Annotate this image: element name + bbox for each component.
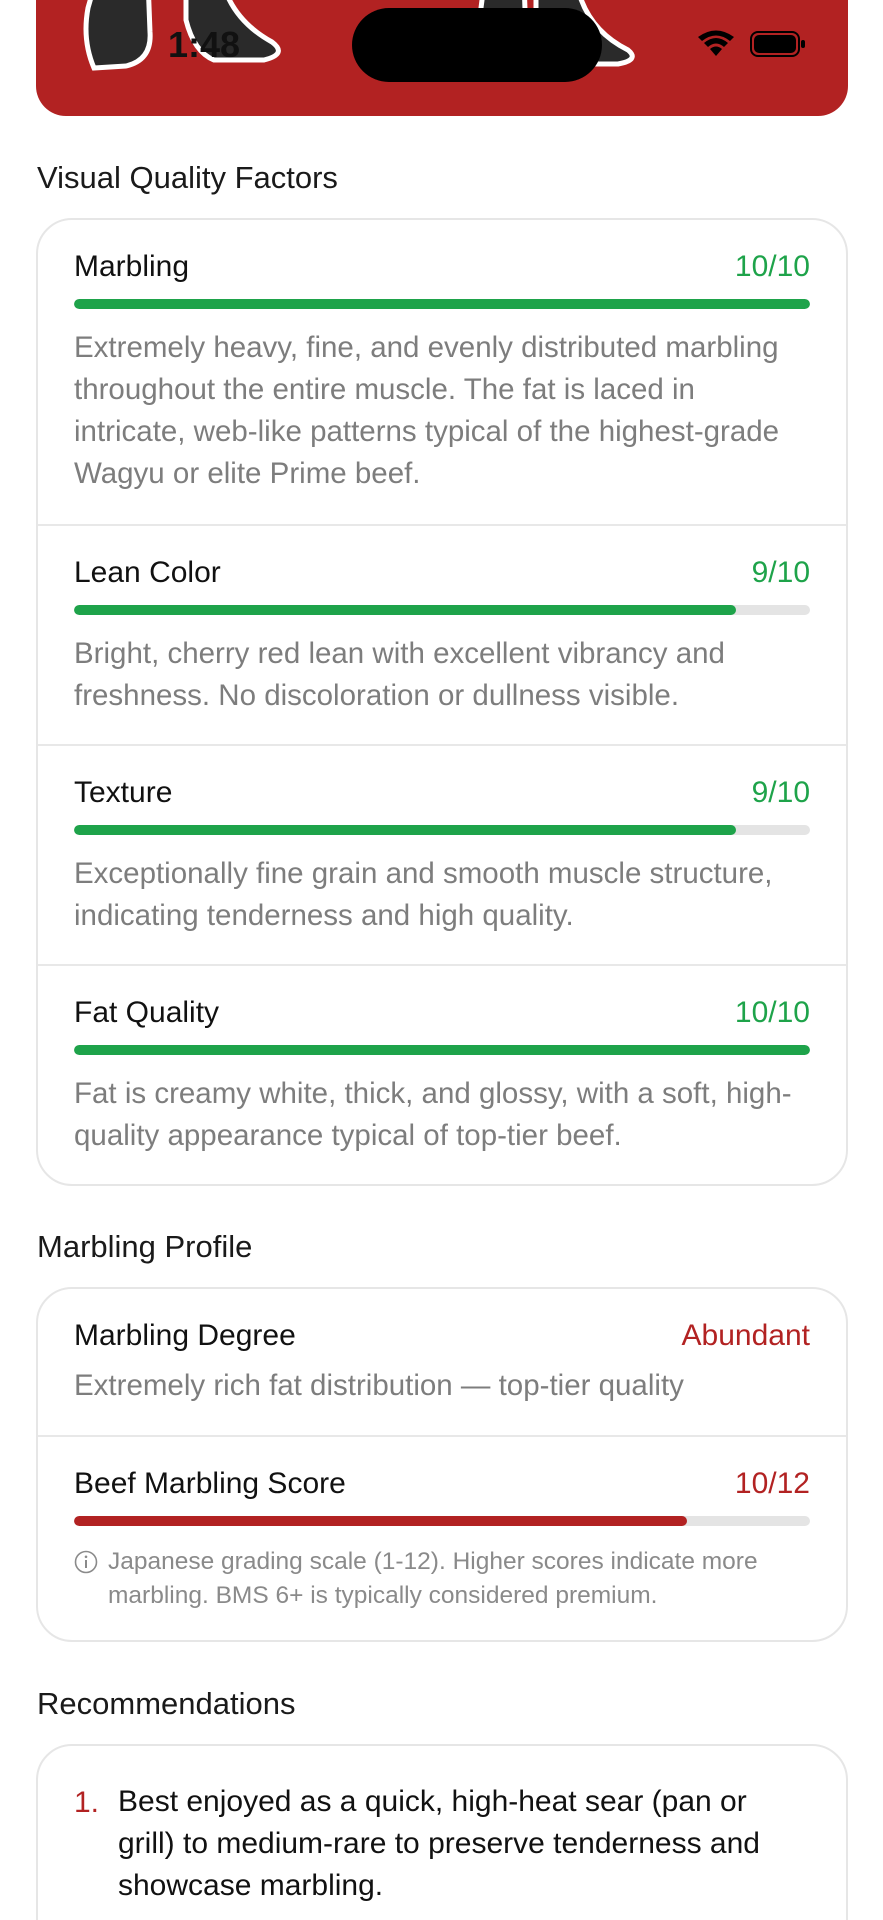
wifi-icon <box>698 30 734 56</box>
recommendations-card: 1. Best enjoyed as a quick, high-heat se… <box>36 1744 848 1920</box>
factor-name: Marbling <box>74 250 190 283</box>
app-screen: 1:48 Visual Quality Factors Marbling 10/… <box>0 0 883 1920</box>
factor-progress-fill <box>74 825 737 835</box>
factor-description: Exceptionally fine grain and smooth musc… <box>74 857 773 932</box>
factor-progress-bar <box>74 299 810 309</box>
factor-description: Extremely heavy, fine, and evenly distri… <box>74 331 780 490</box>
factor-name: Texture <box>74 776 173 809</box>
factor-progress-bar <box>74 825 810 835</box>
battery-icon <box>750 31 805 57</box>
recommendation-item: 1. Best enjoyed as a quick, high-heat se… <box>38 1746 846 1920</box>
status-bar-time: 1:48 <box>168 24 241 65</box>
factor-description: Bright, cherry red lean with excellent v… <box>74 637 725 712</box>
factor-progress-bar <box>74 1045 810 1055</box>
factor-score: 9/10 <box>751 776 810 809</box>
factor-description: Fat is creamy white, thick, and glossy, … <box>74 1077 792 1152</box>
section-title-marbling-profile: Marbling Profile <box>37 1229 253 1264</box>
factor-marbling: Marbling 10/10 Extremely heavy, fine, an… <box>38 220 846 525</box>
bms-row: Beef Marbling Score 10/12 Japanese gradi… <box>38 1437 846 1640</box>
factor-name: Lean Color <box>74 556 221 589</box>
visual-quality-card: Marbling 10/10 Extremely heavy, fine, an… <box>36 218 848 1186</box>
bms-score: 10/12 <box>734 1467 810 1500</box>
bms-progress-fill <box>74 1516 688 1526</box>
info-circle-icon <box>74 1550 98 1574</box>
section-title-visual-quality: Visual Quality Factors <box>37 160 338 195</box>
factor-lean-color: Lean Color 9/10 Bright, cherry red lean … <box>38 526 846 745</box>
dynamic-island <box>352 8 602 82</box>
recommendation-text: Best enjoyed as a quick, high-heat sear … <box>118 1785 760 1902</box>
bms-progress-bar <box>74 1516 810 1526</box>
factor-score: 10/10 <box>734 996 810 1029</box>
marbling-degree-description: Extremely rich fat distribution — top-ti… <box>74 1369 684 1402</box>
bms-note-text: Japanese grading scale (1-12). Higher sc… <box>108 1548 758 1609</box>
section-title-recommendations: Recommendations <box>37 1686 296 1721</box>
factor-progress-fill <box>74 605 737 615</box>
factor-texture: Texture 9/10 Exceptionally fine grain an… <box>38 746 846 965</box>
marbling-degree-label: Marbling Degree <box>74 1319 296 1352</box>
bms-note: Japanese grading scale (1-12). Higher sc… <box>74 1545 810 1613</box>
bms-label: Beef Marbling Score <box>74 1467 346 1500</box>
factor-progress-bar <box>74 605 810 615</box>
marbling-degree-row: Marbling Degree Abundant Extremely rich … <box>38 1289 846 1435</box>
header-image-banner: 1:48 <box>36 0 848 116</box>
factor-score: 9/10 <box>751 556 810 589</box>
factor-progress-fill <box>74 1045 810 1055</box>
marbling-degree-value: Abundant <box>681 1319 810 1352</box>
recommendation-number: 1. <box>74 1786 100 1819</box>
status-bar-icons <box>696 30 806 58</box>
factor-progress-fill <box>74 299 810 309</box>
factor-score: 10/10 <box>734 250 810 283</box>
marbling-profile-card: Marbling Degree Abundant Extremely rich … <box>36 1287 848 1642</box>
factor-fat-quality: Fat Quality 10/10 Fat is creamy white, t… <box>38 966 846 1184</box>
factor-name: Fat Quality <box>74 996 220 1029</box>
